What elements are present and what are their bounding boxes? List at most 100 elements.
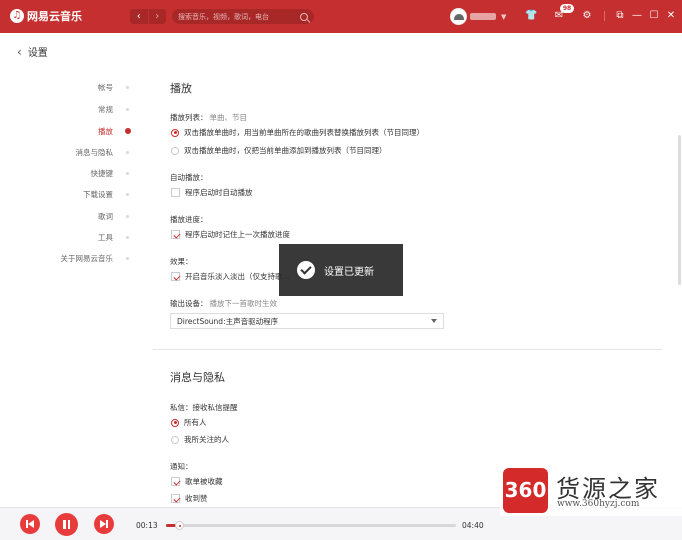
- section-heading-privacy: 消息与隐私: [170, 371, 225, 384]
- progress-slider[interactable]: [166, 521, 456, 530]
- playlist-label-sub: 单曲、节目: [209, 113, 248, 122]
- search-input[interactable]: [178, 12, 296, 21]
- mini-mode-icon[interactable]: ⧉: [614, 10, 626, 22]
- pause-button[interactable]: [55, 512, 78, 536]
- option-label: 程序启动时自动播放: [185, 188, 253, 197]
- message-count-badge: 98: [560, 4, 574, 13]
- option-label: 歌单被收藏: [185, 477, 223, 486]
- nav-dot: [126, 108, 129, 111]
- maximize-icon[interactable]: ☐: [648, 10, 660, 22]
- sidebar-item-account[interactable]: 帐号: [40, 82, 113, 93]
- pause-icon-bar: [67, 519, 70, 529]
- autoplay-label: 自动播放：: [170, 173, 208, 182]
- settings-header[interactable]: ‹ 设置: [17, 44, 48, 60]
- notify-option-liked[interactable]: 收到赞: [171, 493, 208, 504]
- nav-dot: [126, 236, 129, 239]
- sidebar-item-about[interactable]: 关于网易云音乐: [40, 253, 114, 264]
- dm-label: 私信：接收私信提醒: [170, 402, 238, 413]
- search-icon[interactable]: [300, 12, 308, 21]
- page-title: 设置: [27, 48, 48, 59]
- notify-option-collected[interactable]: 歌单被收藏: [171, 476, 223, 487]
- total-duration: 04:40: [462, 521, 484, 530]
- scrollbar-thumb[interactable]: [678, 135, 681, 285]
- close-icon[interactable]: ✕: [665, 10, 677, 22]
- option-label: 双击播放单曲时，用当前单曲所在的歌曲列表替换播放列表（节目同理）: [184, 128, 424, 137]
- radio-unselected[interactable]: [171, 146, 179, 155]
- output-label-sub: 播放下一首歌时生效: [209, 299, 278, 308]
- nav-dot: [126, 193, 129, 196]
- minimize-icon[interactable]: —: [631, 10, 643, 22]
- next-icon-bar: [106, 520, 108, 528]
- watermark-logo: 360: [503, 468, 548, 513]
- checkbox-checked[interactable]: [171, 230, 180, 239]
- playlist-label: 播放列表： 单曲、节目: [170, 112, 247, 123]
- option-label: 程序启动时记住上一次播放进度: [185, 230, 290, 239]
- checkbox-checked[interactable]: [171, 494, 180, 503]
- previous-icon-arrow: [28, 520, 34, 528]
- sidebar-item-download[interactable]: 下载设置: [40, 189, 113, 200]
- nav-dot: [126, 257, 129, 260]
- select-value: DirectSound:主声音驱动程序: [177, 316, 279, 326]
- radio-unselected[interactable]: [171, 435, 179, 444]
- pause-icon: [63, 519, 66, 529]
- playlist-option-replace[interactable]: 双击播放单曲时，用当前单曲所在的歌曲列表替换播放列表（节目同理）: [171, 127, 424, 138]
- sidebar-item-hotkeys[interactable]: 快捷键: [40, 168, 114, 179]
- sidebar-item-playback[interactable]: 播放: [40, 126, 113, 137]
- sidebar-item-general[interactable]: 常规: [40, 104, 113, 115]
- app-logo[interactable]: ♫ 网易云音乐: [10, 8, 82, 24]
- check-circle-icon: [297, 261, 315, 279]
- titlebar-separator: [604, 11, 605, 21]
- progress-knob[interactable]: [175, 521, 185, 530]
- option-label: 我所关注的人: [184, 435, 229, 444]
- fade-option[interactable]: 开启音乐淡入淡出（仅支持歌…: [171, 271, 290, 282]
- checkbox-checked[interactable]: [171, 272, 180, 281]
- elapsed-time: 00:13: [136, 521, 158, 530]
- dm-label-sub: 接收私信提醒: [192, 403, 238, 412]
- chevron-down-icon: [431, 319, 437, 323]
- checkbox-unchecked[interactable]: [171, 188, 180, 197]
- notify-label: 通知：: [170, 462, 193, 471]
- playlist-option-append[interactable]: 双击播放单曲时，仅把当前单曲添加到播放列表（节目同理）: [171, 145, 387, 156]
- skin-icon[interactable]: 👕: [525, 10, 537, 22]
- chevron-left-icon[interactable]: ‹: [17, 45, 22, 59]
- output-device-select[interactable]: DirectSound:主声音驱动程序: [170, 313, 444, 329]
- effects-label: 效果：: [170, 257, 193, 266]
- nav-dot: [126, 172, 129, 175]
- watermark-url: www.360hyzj.com: [557, 499, 640, 509]
- nav-arrows: ‹ ›: [130, 9, 166, 24]
- next-button[interactable]: [94, 514, 114, 534]
- radio-selected[interactable]: [171, 418, 179, 427]
- title-bar: ♫ 网易云音乐 ‹ › ▼ 👕 ✉ 98 ⚙ ⧉ — ☐ ✕: [0, 0, 682, 33]
- sidebar-item-privacy[interactable]: 消息与隐私: [40, 147, 114, 158]
- radio-selected[interactable]: [171, 128, 179, 137]
- section-heading-playback: 播放: [170, 82, 192, 95]
- sidebar-item-lyrics[interactable]: 歌词: [40, 211, 113, 222]
- option-label: 双击播放单曲时，仅把当前单曲添加到播放列表（节目同理）: [184, 146, 387, 155]
- netease-music-icon: ♫: [10, 9, 24, 23]
- dm-option-everyone[interactable]: 所有人: [171, 417, 207, 428]
- remember-progress-option[interactable]: 程序启动时记住上一次播放进度: [171, 229, 290, 240]
- username-blurred[interactable]: [470, 13, 496, 20]
- app-name: 网易云音乐: [27, 10, 82, 23]
- user-avatar[interactable]: [450, 8, 467, 25]
- caret-down-icon[interactable]: ▼: [501, 13, 506, 21]
- forward-nav-button[interactable]: ›: [147, 9, 167, 24]
- option-label: 所有人: [184, 418, 207, 427]
- nav-dot: [126, 151, 129, 154]
- back-nav-button[interactable]: ‹: [130, 9, 148, 24]
- dm-option-following[interactable]: 我所关注的人: [171, 434, 229, 445]
- toast-text: 设置已更新: [324, 266, 374, 278]
- autoplay-option[interactable]: 程序启动时自动播放: [171, 187, 253, 198]
- nav-dot: [126, 86, 129, 89]
- gear-icon[interactable]: ⚙: [581, 10, 593, 22]
- nav-dot: [126, 215, 129, 218]
- output-device-label: 输出设备： 播放下一首歌时生效: [170, 298, 277, 309]
- option-label: 开启音乐淡入淡出（仅支持歌…: [185, 272, 290, 281]
- previous-button[interactable]: [20, 514, 40, 534]
- playlist-label-text: 播放列表：: [170, 113, 208, 122]
- checkbox-checked[interactable]: [171, 477, 180, 486]
- sidebar-item-tools[interactable]: 工具: [40, 232, 113, 243]
- section-divider: [153, 349, 662, 350]
- dm-label-text: 私信：: [170, 403, 193, 412]
- watermark: 360 货源之家 www.360hyzj.com: [500, 466, 682, 516]
